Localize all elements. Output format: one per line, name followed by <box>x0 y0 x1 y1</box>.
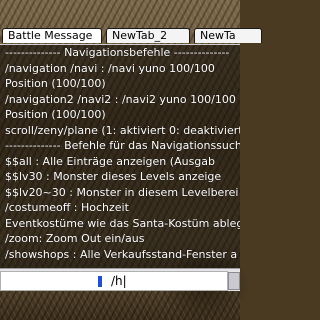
tab-newtab-2[interactable]: NewTab_2 <box>106 28 190 43</box>
chat-line: $$all : Alle Einträge anzeigen (Ausgab <box>5 154 216 168</box>
chat-input-field[interactable]: /h| <box>0 271 228 291</box>
chat-line: Eventkostüme wie das Santa-Kostüm ableg <box>5 216 240 230</box>
chat-log[interactable]: -------------- Navigationsbefehle ------… <box>0 44 240 269</box>
chat-line: -------------- Befehle für das Navigatio… <box>5 139 240 152</box>
chat-line: $$lv30 : Monster dieses Levels anzeige <box>5 170 222 183</box>
chat-line: Position (100/100) <box>5 77 106 90</box>
chat-tab-bar: Battle Message NewTab_2 NewTa <box>2 28 262 44</box>
chat-line: /zoom: Zoom Out ein/aus <box>5 232 145 245</box>
input-scroll-handle[interactable] <box>228 272 240 290</box>
chat-line: -------------- Navigationsbefehle ------… <box>5 46 230 59</box>
chat-input-text: /h| <box>111 274 127 288</box>
chat-line: /navigation /navi : /navi yuno 100/100 <box>5 61 215 75</box>
input-mode-marker <box>98 276 102 287</box>
chat-line: /navigation2 /navi2 : /navi2 yuno 100/10… <box>5 92 236 106</box>
chat-line: Position (100/100) <box>5 108 106 121</box>
chat-input-bar: /h| <box>0 268 240 291</box>
tab-battle-message[interactable]: Battle Message <box>2 28 102 43</box>
chat-line: /costumeoff : Hochzeit <box>5 201 129 214</box>
chat-line: scroll/zeny/plane (1: aktiviert 0: deakt… <box>5 123 240 137</box>
chat-line: /showshops : Alle Verkaufsstand-Fenster … <box>5 247 238 261</box>
chat-line: $$lv20~30 : Monster in diesem Levelberei <box>5 185 239 199</box>
tab-newtab-3[interactable]: NewTa <box>194 28 262 43</box>
